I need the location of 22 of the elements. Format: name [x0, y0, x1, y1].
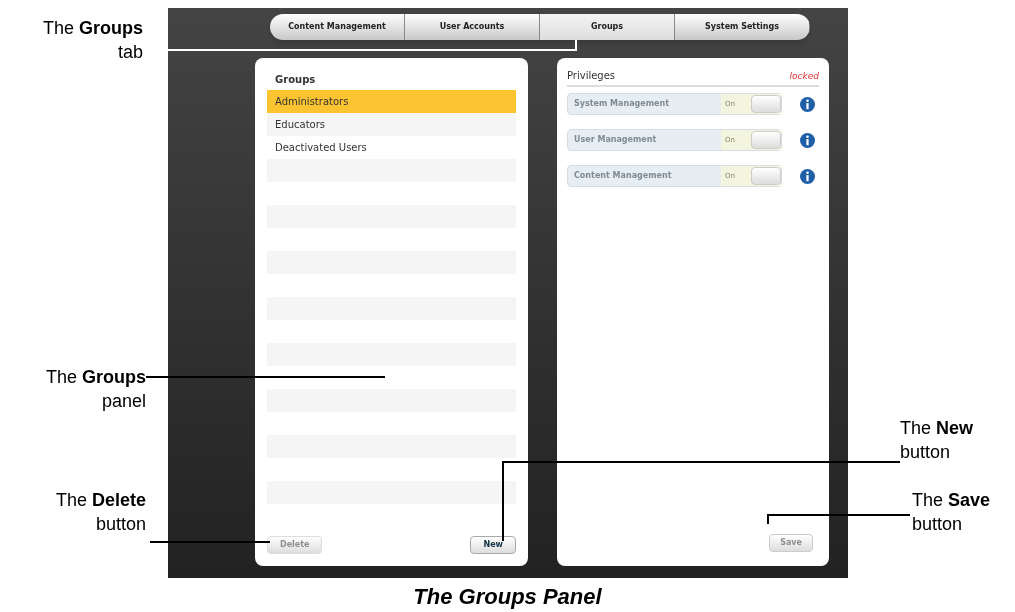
info-icon[interactable]: [800, 132, 815, 148]
new-button[interactable]: New: [470, 536, 516, 554]
panel-title: Groups: [274, 73, 317, 87]
list-item[interactable]: Administrators: [267, 90, 516, 113]
privilege-label: Content Management: [573, 170, 673, 182]
privilege-label: User Management: [573, 134, 658, 146]
callout-text: The New button: [900, 417, 975, 464]
callout-text: The Delete button: [54, 489, 146, 536]
tab[interactable]: System Settings: [675, 14, 810, 40]
privilege-label: System Management: [573, 98, 670, 110]
callout-text: The Groups tab: [41, 17, 143, 64]
tab[interactable]: Groups: [540, 14, 675, 40]
callout-text: The Groups panel: [44, 366, 146, 413]
figure-caption: The Groups Panel: [413, 583, 602, 611]
panel-title: Privileges: [567, 69, 616, 83]
locked-status: locked: [789, 69, 819, 83]
tab[interactable]: User Accounts: [405, 14, 540, 40]
callout-text: The Save button: [912, 489, 992, 536]
info-icon[interactable]: [800, 168, 815, 184]
info-icon[interactable]: [800, 96, 815, 112]
list-item[interactable]: Educators: [267, 113, 516, 136]
tab[interactable]: Content Management: [270, 14, 405, 40]
